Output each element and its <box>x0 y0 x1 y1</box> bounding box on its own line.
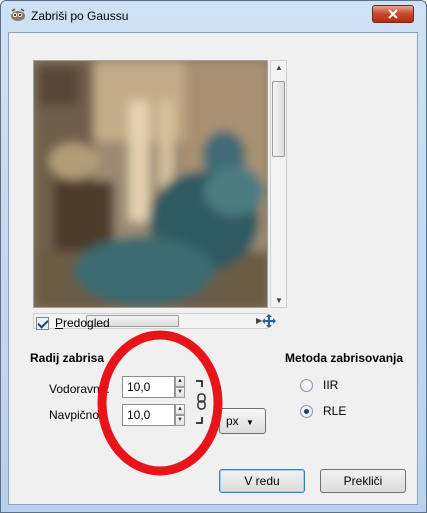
preview-checkbox-label: Predogled <box>55 316 110 330</box>
vertical-spinner[interactable]: ▲ ▼ <box>175 404 185 426</box>
rle-radio[interactable] <box>300 404 313 418</box>
navigate-move-icon[interactable] <box>261 313 277 329</box>
chain-link-icon[interactable] <box>194 379 208 425</box>
method-option-rle[interactable]: RLE <box>300 404 346 418</box>
close-x-icon <box>388 9 398 19</box>
spin-up-icon[interactable]: ▲ <box>175 404 185 415</box>
scroll-up-arrow-icon[interactable]: ▲ <box>275 64 283 72</box>
vertical-label: Navpično: <box>49 408 103 422</box>
spin-up-icon[interactable]: ▲ <box>175 376 185 387</box>
preview-checkbox-row[interactable]: Predogled <box>36 316 110 330</box>
spin-down-icon[interactable]: ▼ <box>175 387 185 398</box>
horizontal-label: Vodoravno: <box>49 382 110 396</box>
blurred-statue-image <box>34 61 267 307</box>
method-option-iir[interactable]: IIR <box>300 378 338 392</box>
preview-image[interactable] <box>33 60 268 308</box>
vertical-scroll-thumb[interactable] <box>272 81 285 157</box>
iir-label: IIR <box>323 378 339 392</box>
spin-down-icon[interactable]: ▼ <box>175 415 185 426</box>
blur-radius-heading: Radij zabrisa <box>30 351 105 365</box>
horizontal-input[interactable]: 10,0 <box>122 376 175 398</box>
dropdown-arrow-icon: ▼ <box>246 418 254 427</box>
horizontal-spinner[interactable]: ▲ ▼ <box>175 376 185 398</box>
iir-radio[interactable] <box>300 378 313 392</box>
dialog-client-area: ▲ ▼ ◀ ▶ Predogled Radij zabrisa Vodoravn… <box>8 32 418 505</box>
rle-label: RLE <box>323 404 347 418</box>
dialog-window: Zabriši po Gaussu ▲ ▼ ▶ Predogled Radij … <box>0 0 427 513</box>
close-button[interactable] <box>372 5 414 23</box>
cancel-button[interactable]: Prekliči <box>320 469 406 493</box>
gimp-icon <box>11 8 25 21</box>
vertical-scrollbar[interactable]: ▲ ▼ <box>270 60 287 308</box>
scroll-down-arrow-icon[interactable]: ▼ <box>275 297 283 305</box>
window-title: Zabriši po Gaussu <box>31 9 129 23</box>
preview-checkbox[interactable] <box>36 316 49 330</box>
blur-method-heading: Metoda zabrisovanja <box>285 351 404 365</box>
unit-value: px <box>226 414 239 428</box>
title-bar[interactable]: Zabriši po Gaussu <box>1 1 426 31</box>
vertical-input[interactable]: 10,0 <box>122 404 175 426</box>
unit-dropdown[interactable]: px ▼ <box>219 408 266 434</box>
ok-button[interactable]: V redu <box>219 469 305 493</box>
